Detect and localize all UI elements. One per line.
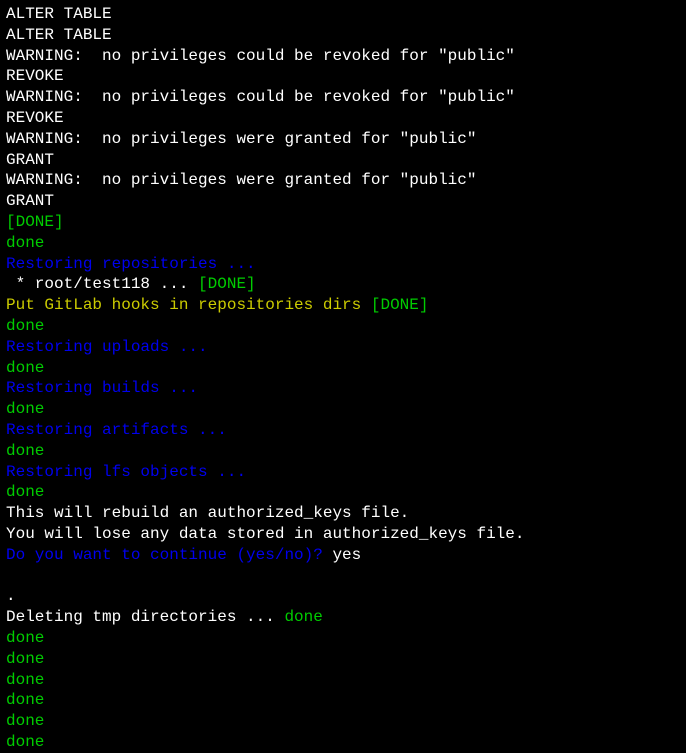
terminal-text-segment: GRANT [6,151,54,169]
terminal-text-segment: done [6,671,44,689]
terminal-text-segment: done [6,359,44,377]
terminal-line: Restoring artifacts ... [6,420,680,441]
terminal-line: This will rebuild an authorized_keys fil… [6,503,680,524]
terminal-line: done [6,358,680,379]
terminal-line: Deleting tmp directories ... done [6,607,680,628]
terminal-text-segment: done [6,650,44,668]
terminal-text-segment: * root/test118 ... [6,275,198,293]
terminal-text-segment: done [6,733,44,751]
terminal-line: Put GitLab hooks in repositories dirs [D… [6,295,680,316]
terminal-line: GRANT [6,150,680,171]
terminal-text-segment: [DONE] [198,275,256,293]
terminal-line: REVOKE [6,108,680,129]
terminal-line: ALTER TABLE [6,25,680,46]
terminal-text-segment: . [6,587,16,605]
terminal-line: Restoring builds ... [6,378,680,399]
terminal-text-segment: yes [332,546,361,564]
terminal-line: GRANT [6,191,680,212]
terminal-text-segment [6,567,16,585]
terminal-line: done [6,649,680,670]
terminal-line: WARNING: no privileges were granted for … [6,170,680,191]
terminal-text-segment: ALTER TABLE [6,26,112,44]
terminal-line: Restoring uploads ... [6,337,680,358]
terminal-text-segment: Restoring lfs objects ... [6,463,246,481]
terminal-text-segment: done [6,712,44,730]
terminal-text-segment: Restoring repositories ... [6,255,256,273]
terminal-text-segment: REVOKE [6,109,64,127]
terminal-text-segment: REVOKE [6,67,64,85]
terminal-text-segment: done [6,317,44,335]
terminal-text-segment: You will lose any data stored in authori… [6,525,524,543]
terminal-line: done [6,233,680,254]
terminal-text-segment: WARNING: no privileges could be revoked … [6,47,515,65]
terminal-line: done [6,482,680,503]
terminal-text-segment: done [284,608,322,626]
terminal-line: [DONE] [6,212,680,233]
terminal-line: Restoring repositories ... [6,254,680,275]
terminal-line: WARNING: no privileges could be revoked … [6,87,680,108]
terminal-line: done [6,316,680,337]
terminal-line: done [6,690,680,711]
terminal-text-segment: GRANT [6,192,54,210]
terminal-text-segment: Restoring artifacts ... [6,421,227,439]
terminal-text-segment: done [6,442,44,460]
terminal-text-segment: done [6,234,44,252]
terminal-text-segment: done [6,629,44,647]
terminal-line: Do you want to continue (yes/no)? yes [6,545,680,566]
terminal-line: done [6,732,680,753]
terminal-text-segment: Restoring builds ... [6,379,198,397]
terminal-text-segment: This will rebuild an authorized_keys fil… [6,504,409,522]
terminal-line: Restoring lfs objects ... [6,462,680,483]
terminal-text-segment: [DONE] [6,213,64,231]
terminal-line: done [6,670,680,691]
terminal-line [6,566,680,587]
terminal-line: * root/test118 ... [DONE] [6,274,680,295]
terminal-line: . [6,586,680,607]
terminal-text-segment: Do you want to continue (yes/no)? [6,546,332,564]
terminal-line: done [6,441,680,462]
terminal-text-segment: WARNING: no privileges could be revoked … [6,88,515,106]
terminal-text-segment: ALTER TABLE [6,5,112,23]
terminal-line: REVOKE [6,66,680,87]
terminal-output: ALTER TABLE ALTER TABLE WARNING: no privil… [6,4,680,753]
terminal-text-segment: done [6,400,44,418]
terminal-text-segment: [DONE] [371,296,429,314]
terminal-text-segment: done [6,483,44,501]
terminal-text-segment: Put GitLab hooks in repositories dirs [6,296,371,314]
terminal-text-segment: WARNING: no privileges were granted for … [6,171,476,189]
terminal-text-segment: Restoring uploads ... [6,338,208,356]
terminal-line: WARNING: no privileges were granted for … [6,129,680,150]
terminal-line: done [6,399,680,420]
terminal-line: You will lose any data stored in authori… [6,524,680,545]
terminal-line: done [6,711,680,732]
terminal-line: ALTER TABLE [6,4,680,25]
terminal-text-segment: done [6,691,44,709]
terminal-line: done [6,628,680,649]
terminal-text-segment: Deleting tmp directories ... [6,608,284,626]
terminal-text-segment: WARNING: no privileges were granted for … [6,130,476,148]
terminal-line: WARNING: no privileges could be revoked … [6,46,680,67]
